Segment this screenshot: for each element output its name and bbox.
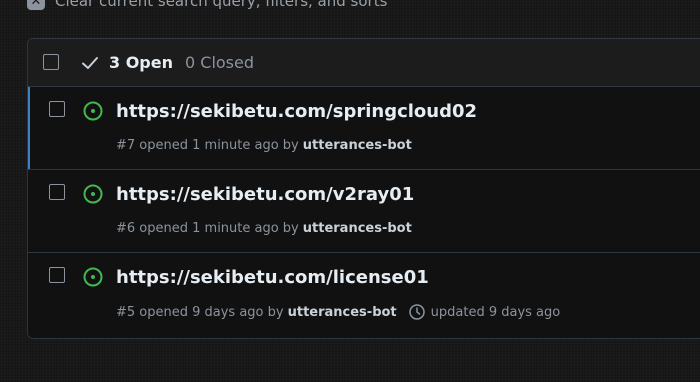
issue-meta: #5 opened 9 days ago by utterances-bot u… — [116, 304, 560, 320]
issue-checkbox[interactable] — [49, 184, 65, 200]
issue-checkbox[interactable] — [49, 101, 65, 117]
issue-author-link[interactable]: utterances-bot — [288, 305, 397, 320]
issue-opened-text: #6 opened 1 minute ago by — [116, 221, 299, 236]
issue-meta: #7 opened 1 minute ago by utterances-bot — [116, 138, 412, 153]
issue-author-link[interactable]: utterances-bot — [303, 138, 412, 153]
issue-row: https://sekibetu.com/springcloud02 #7 op… — [28, 87, 700, 170]
issue-meta: #6 opened 1 minute ago by utterances-bot — [116, 221, 412, 236]
clock-icon — [408, 304, 425, 320]
issue-row: https://sekibetu.com/license01 #5 opened… — [28, 253, 700, 338]
issue-updated-text: updated 9 days ago — [430, 304, 561, 320]
open-issues-filter[interactable]: 3 Open — [109, 53, 173, 72]
issue-opened-icon — [83, 184, 103, 204]
issue-opened-icon — [83, 267, 103, 287]
select-all-checkbox[interactable] — [43, 54, 59, 70]
clear-filters-link[interactable]: ✕ Clear current search query, filters, a… — [27, 0, 387, 11]
clear-filters-label[interactable]: Clear current search query, filters, and… — [55, 0, 387, 10]
issue-opened-text: #7 opened 1 minute ago by — [116, 138, 299, 153]
issue-title-link[interactable]: https://sekibetu.com/license01 — [116, 267, 429, 288]
closed-issues-filter[interactable]: 0 Closed — [185, 53, 254, 72]
issue-checkbox[interactable] — [49, 267, 65, 283]
issue-title-link[interactable]: https://sekibetu.com/springcloud02 — [116, 101, 477, 122]
issue-author-link[interactable]: utterances-bot — [303, 221, 412, 236]
issue-opened-icon — [83, 101, 103, 121]
issue-opened-text: #5 opened 9 days ago by — [116, 304, 284, 320]
issues-list: 3 Open 0 Closed https://sekibetu.com/spr… — [27, 38, 700, 339]
issues-list-header: 3 Open 0 Closed — [28, 39, 700, 87]
issue-title-link[interactable]: https://sekibetu.com/v2ray01 — [116, 184, 414, 205]
issue-row: https://sekibetu.com/v2ray01 #6 opened 1… — [28, 170, 700, 253]
x-icon[interactable]: ✕ — [27, 0, 45, 10]
check-icon — [82, 57, 98, 69]
